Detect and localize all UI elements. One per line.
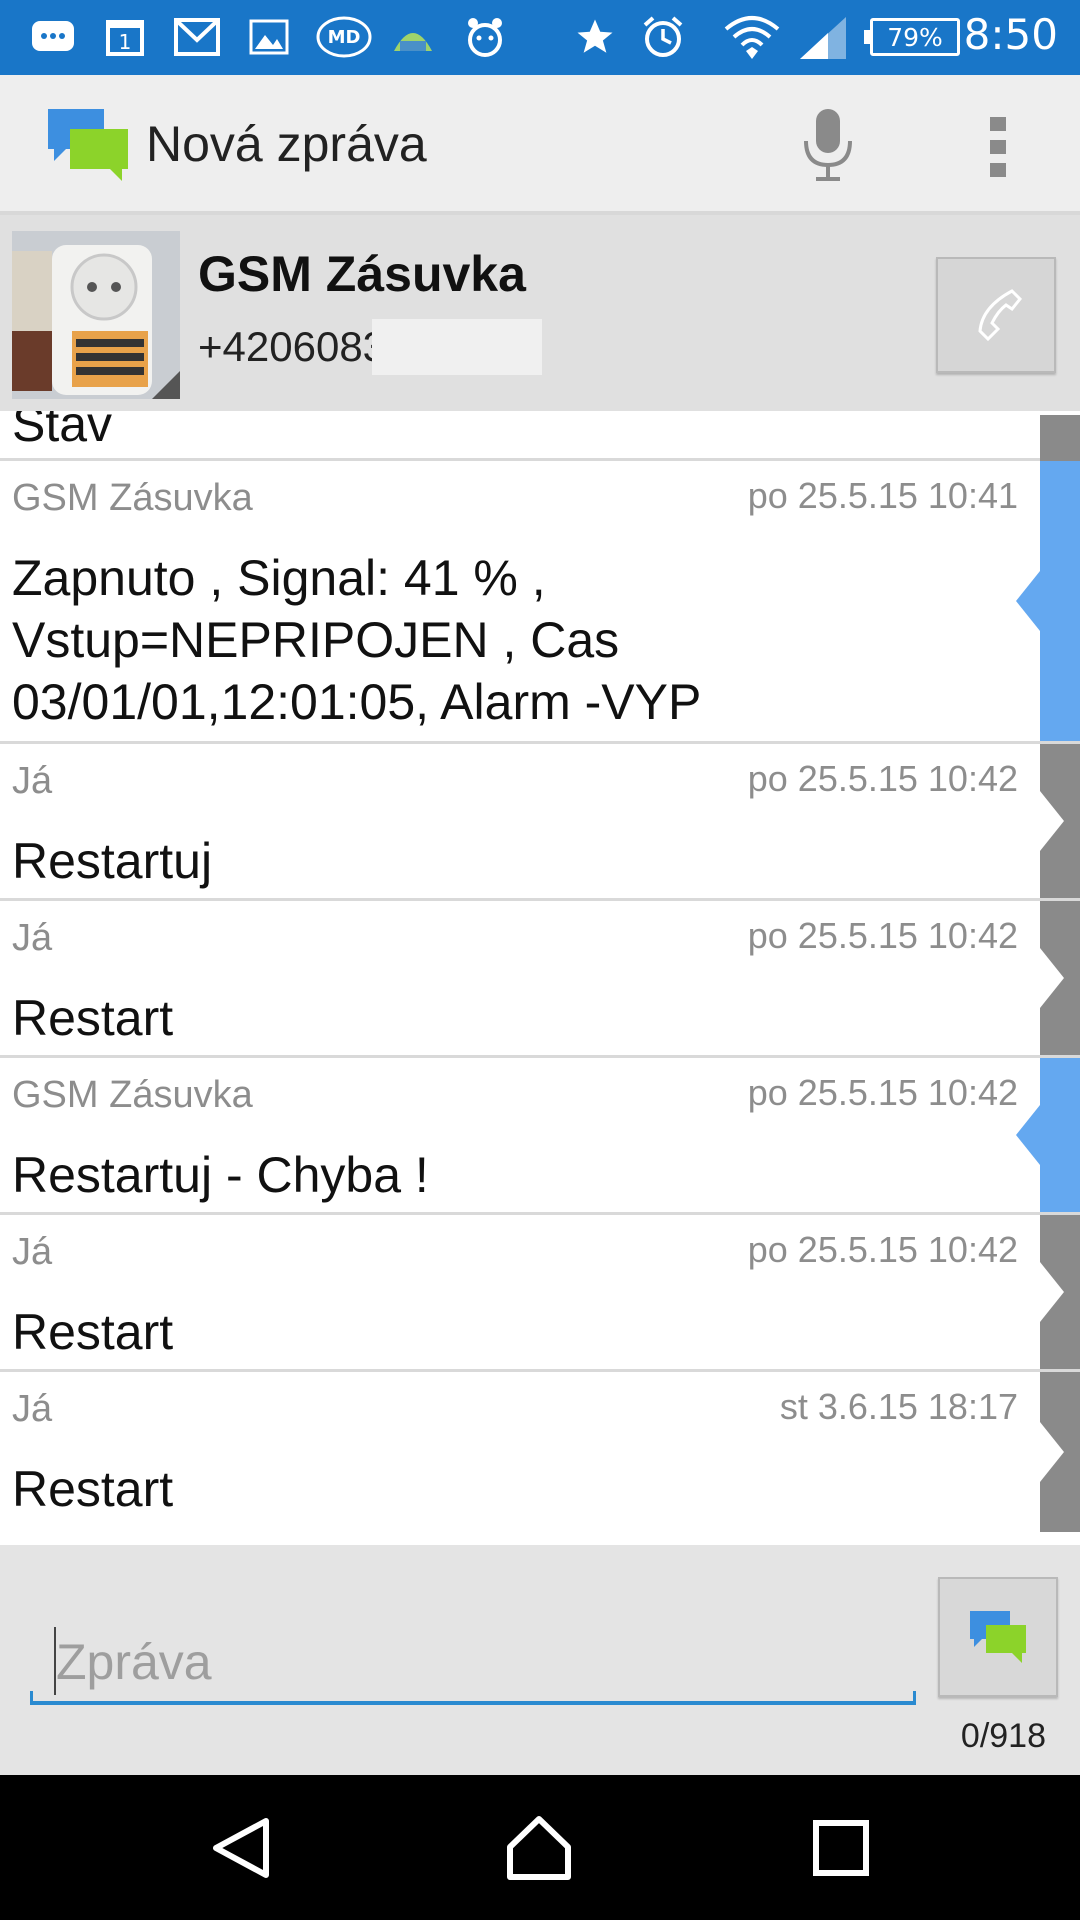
message-list[interactable]: Stav GSM Zásuvka po 25.5.15 10:41 Zapnut…: [0, 411, 1080, 1545]
message-item[interactable]: Já po 25.5.15 10:42 Restart: [0, 901, 1080, 1058]
alarm-app-icon: [462, 14, 508, 60]
gmail-icon: [174, 14, 220, 60]
compose-bar: Zpráva 0/918: [0, 1545, 1080, 1775]
message-sender: Já: [12, 1231, 53, 1273]
message-item[interactable]: Stav: [0, 411, 1080, 461]
page-title: Nová zpráva: [146, 116, 427, 172]
phone-icon: [978, 289, 1023, 342]
message-body: Restartuj: [12, 833, 213, 889]
outgoing-indicator: [1040, 1215, 1080, 1369]
svg-text:MD: MD: [328, 27, 361, 48]
message-body: Restart: [12, 1461, 174, 1517]
outgoing-indicator: [1040, 1372, 1080, 1532]
android-icon: [390, 14, 436, 60]
character-counter: 0/918: [960, 1717, 1046, 1755]
message-body: Stav: [12, 411, 113, 452]
incoming-indicator: [1016, 1058, 1080, 1212]
action-bar: Nová zpráva: [0, 75, 1080, 215]
input-underline: [30, 1691, 916, 1705]
md-app-icon: MD: [316, 14, 372, 60]
message-time: po 25.5.15 10:42: [747, 758, 1018, 799]
message-time: po 25.5.15 10:42: [747, 1229, 1018, 1270]
redacted-number-mask: [372, 319, 542, 375]
incoming-indicator: [1016, 461, 1080, 741]
message-body: Restartuj - Chyba !: [12, 1147, 429, 1203]
chat-icon: [30, 14, 76, 60]
navigation-bar: [0, 1775, 1080, 1920]
message-item[interactable]: GSM Zásuvka po 25.5.15 10:41 Zapnuto , S…: [0, 461, 1080, 744]
message-time: po 25.5.15 10:42: [747, 1072, 1018, 1113]
battery-level: 79%: [887, 22, 943, 52]
message-body: Zapnuto , Signal: 41 % , Vstup=NEPRIPOJE…: [12, 550, 702, 730]
message-item[interactable]: Já po 25.5.15 10:42 Restartuj: [0, 744, 1080, 901]
home-icon[interactable]: [504, 1813, 574, 1883]
contact-photo[interactable]: [12, 231, 180, 399]
message-sender: Já: [12, 917, 53, 959]
message-time: po 25.5.15 10:41: [747, 475, 1018, 516]
outgoing-indicator: [1040, 744, 1080, 898]
message-body: Restart: [12, 990, 174, 1046]
message-item[interactable]: Já st 3.6.15 18:17 Restart: [0, 1372, 1080, 1532]
message-item[interactable]: Já po 25.5.15 10:42 Restart: [0, 1215, 1080, 1372]
message-item[interactable]: GSM Zásuvka po 25.5.15 10:42 Restartuj -…: [0, 1058, 1080, 1215]
message-sender: Já: [12, 760, 53, 802]
star-icon: [572, 14, 618, 60]
signal-icon: [798, 14, 848, 60]
contact-header: GSM Zásuvka +4206083: [0, 215, 1080, 411]
contact-number: +4206083: [198, 323, 387, 370]
status-time: 8:50: [963, 10, 1058, 59]
message-input[interactable]: Zpráva: [30, 1615, 916, 1705]
call-button[interactable]: [936, 257, 1056, 373]
message-input-placeholder: Zpráva: [56, 1634, 212, 1690]
gallery-icon: [246, 14, 292, 60]
message-body: Restart: [12, 1304, 174, 1360]
contact-name: GSM Zásuvka: [198, 246, 526, 302]
microphone-icon[interactable]: [800, 107, 856, 183]
outgoing-indicator: [1040, 415, 1080, 461]
overflow-menu-icon[interactable]: [980, 115, 1016, 179]
wifi-icon: [724, 14, 780, 60]
recent-apps-icon[interactable]: [806, 1813, 876, 1883]
message-sender: GSM Zásuvka: [12, 1074, 253, 1116]
messaging-app-icon[interactable]: [44, 105, 132, 187]
message-sender: GSM Zásuvka: [12, 477, 253, 519]
svg-text:1: 1: [119, 30, 132, 54]
back-icon[interactable]: [206, 1813, 276, 1883]
calendar-icon: 1: [102, 14, 148, 60]
status-bar: 1 MD 79% 8:50: [0, 0, 1080, 75]
message-sender: Já: [12, 1388, 53, 1430]
message-time: po 25.5.15 10:42: [747, 915, 1018, 956]
send-message-icon: [970, 1611, 1026, 1663]
send-button[interactable]: [938, 1577, 1058, 1697]
message-time: st 3.6.15 18:17: [779, 1386, 1018, 1427]
alarm-clock-icon: [640, 14, 686, 60]
outgoing-indicator: [1040, 901, 1080, 1055]
battery-icon: 79%: [864, 18, 960, 56]
